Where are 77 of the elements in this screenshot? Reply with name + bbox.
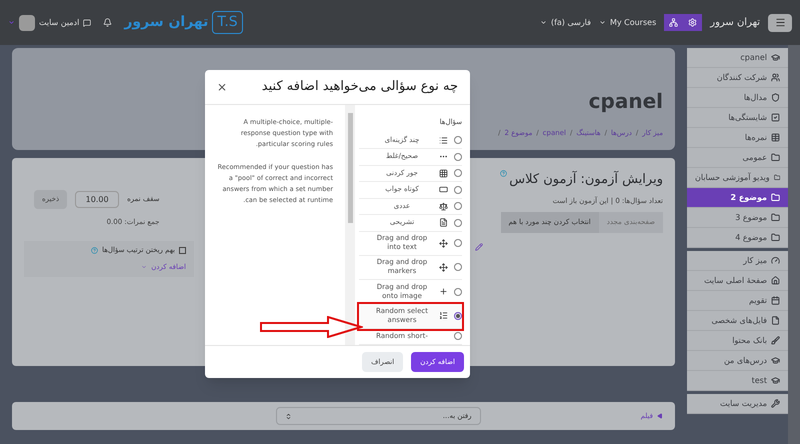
graduation-cap-icon — [771, 356, 780, 365]
users-icon — [771, 73, 780, 82]
graduation-cap-icon — [771, 376, 780, 385]
caret-icon — [8, 19, 15, 26]
sidebar-item[interactable]: فایل‌های شخصی — [687, 311, 788, 331]
course-title: cpanel — [588, 88, 663, 114]
sidebar-item[interactable]: درس‌های من — [687, 351, 788, 371]
radio-button[interactable] — [454, 312, 462, 320]
radio-button[interactable] — [454, 332, 462, 340]
sidebar-item[interactable]: مدیریت سایت — [687, 394, 788, 414]
folder-icon — [774, 173, 780, 182]
folder-icon — [771, 233, 780, 242]
pencil-icon[interactable] — [475, 242, 483, 250]
list-icon — [439, 136, 448, 145]
sidebar-item[interactable]: عمومی — [687, 148, 788, 168]
plus-icon — [439, 287, 448, 296]
home-icon — [771, 276, 780, 285]
move-icon — [439, 262, 448, 272]
scrollbar[interactable] — [788, 45, 800, 444]
sidebar-item[interactable]: موضوع 2 — [687, 188, 788, 208]
gauge-icon — [771, 256, 780, 265]
up-down-icon — [284, 412, 292, 420]
radio-button[interactable] — [454, 239, 462, 248]
triangle-icon — [657, 413, 663, 419]
chat-icon — [83, 18, 92, 26]
rectangle-icon — [439, 185, 448, 194]
radio-button[interactable] — [454, 288, 462, 296]
help-icon[interactable] — [500, 170, 508, 177]
sidebar-item[interactable]: test — [687, 371, 788, 391]
sidebar-item[interactable]: مدال‌ها — [687, 88, 788, 108]
max-grade-field[interactable]: 10.00 — [75, 190, 120, 208]
folder-icon — [771, 153, 780, 162]
gear-icon — [688, 18, 698, 27]
sidebar-item[interactable]: صفحهٔ اصلی سایت — [687, 271, 788, 291]
language-menu[interactable]: فارسی (fa) — [540, 16, 591, 28]
sidebar-item[interactable]: cpanel — [687, 48, 788, 68]
menu-button[interactable] — [768, 14, 792, 32]
calendar-icon — [771, 296, 780, 305]
numbered-list-icon — [439, 311, 448, 320]
sidebar-item[interactable]: میز کار — [687, 251, 788, 271]
sidebar-item[interactable]: شایستگی‌ها — [687, 108, 788, 128]
notification-icon[interactable] — [103, 18, 112, 27]
grid-icon — [439, 168, 448, 178]
sidebar-item[interactable]: بانک محتوا — [687, 331, 788, 351]
caret-icon — [141, 264, 148, 270]
menu-icon — [774, 17, 786, 28]
sidebar-item[interactable]: موضوع 3 — [687, 208, 788, 228]
checkbox[interactable] — [179, 246, 186, 254]
file-icon — [771, 316, 780, 325]
folder-icon — [771, 193, 780, 202]
scrollbar[interactable] — [345, 105, 355, 345]
network-icon — [669, 18, 678, 27]
sidebar-item[interactable]: نمره‌ها — [687, 128, 788, 148]
caret-icon — [540, 19, 547, 26]
quiz-title: ویرایش آزمون: آزمون کلاس — [509, 170, 663, 189]
table-icon — [771, 133, 780, 142]
scale-icon — [439, 202, 448, 211]
dialog-title: چه نوع سؤالی می‌خواهید اضافه کنید — [262, 78, 458, 96]
sidebar-item[interactable]: موضوع 4 — [687, 228, 788, 248]
radio-button[interactable] — [454, 263, 462, 272]
checkbox-icon — [771, 113, 780, 122]
sidebar-item[interactable]: شرکت کنندگان — [687, 68, 788, 88]
courses-menu[interactable]: My Courses — [598, 16, 656, 28]
close-button[interactable]: × — [217, 78, 228, 96]
shield-icon — [771, 93, 780, 102]
site-name: تهران سرور — [710, 16, 760, 30]
wrench-icon — [771, 399, 780, 408]
folder-icon — [771, 213, 780, 222]
help-icon[interactable] — [91, 246, 98, 254]
document-icon — [439, 218, 448, 228]
graduation-cap-icon — [771, 53, 780, 62]
sidebar-item[interactable]: تقویم — [687, 291, 788, 311]
move-icon — [439, 238, 448, 248]
brush-icon — [771, 336, 780, 345]
caret-icon — [598, 19, 606, 26]
user-menu[interactable]: ادمین سایت — [8, 14, 92, 30]
avatar — [19, 14, 35, 30]
